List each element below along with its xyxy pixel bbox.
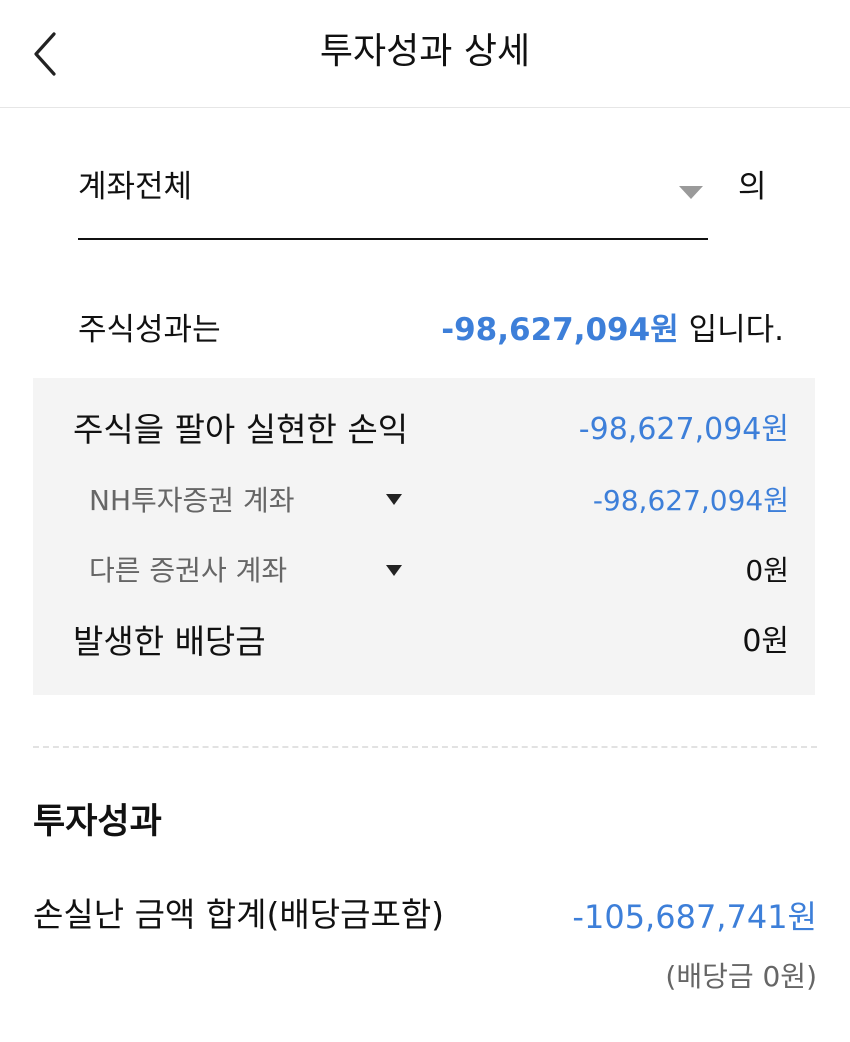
- dividend-label: 발생한 배당금: [73, 622, 266, 661]
- nh-account-row[interactable]: NH투자증권 계좌 -98,627,094원: [33, 478, 815, 524]
- account-dropdown-value: 계좌전체: [78, 169, 193, 205]
- realized-pnl-value: -98,627,094원: [578, 412, 789, 447]
- triangle-down-icon[interactable]: [385, 563, 403, 577]
- summary-label: 주식성과는: [78, 312, 221, 348]
- stock-performance-summary: 주식성과는 -98,627,094원 입니다.: [78, 305, 784, 355]
- section-divider: [33, 746, 817, 748]
- app-header: 투자성과 상세: [0, 0, 850, 108]
- caret-down-icon: [679, 186, 703, 199]
- summary-amount: -98,627,094원: [441, 312, 679, 348]
- nh-account-label: NH투자증권 계좌: [89, 484, 295, 517]
- summary-suffix: 입니다.: [688, 312, 784, 348]
- realized-pnl-row: 주식을 팔아 실현한 손익 -98,627,094원: [33, 405, 815, 455]
- other-account-label: 다른 증권사 계좌: [89, 554, 288, 587]
- performance-detail-panel: 주식을 팔아 실현한 손익 -98,627,094원 NH투자증권 계좌 -98…: [33, 378, 815, 695]
- total-loss-label: 손실난 금액 합계(배당금포함): [33, 895, 445, 934]
- realized-pnl-label: 주식을 팔아 실현한 손익: [73, 410, 409, 449]
- triangle-down-icon[interactable]: [385, 492, 403, 506]
- investment-performance-title: 투자성과: [33, 802, 162, 842]
- account-dropdown[interactable]: 계좌전체: [78, 150, 708, 240]
- total-loss-value: -105,687,741원: [572, 898, 817, 936]
- nh-account-value: -98,627,094원: [592, 484, 789, 517]
- other-account-row[interactable]: 다른 증권사 계좌 0원: [33, 548, 815, 594]
- page-title: 투자성과 상세: [319, 31, 531, 72]
- dividend-value: 0원: [742, 624, 789, 659]
- dividend-note: (배당금 0원): [665, 960, 817, 993]
- account-suffix: 의: [738, 169, 767, 205]
- dividend-row: 발생한 배당금 0원: [33, 617, 815, 667]
- other-account-value: 0원: [745, 554, 789, 587]
